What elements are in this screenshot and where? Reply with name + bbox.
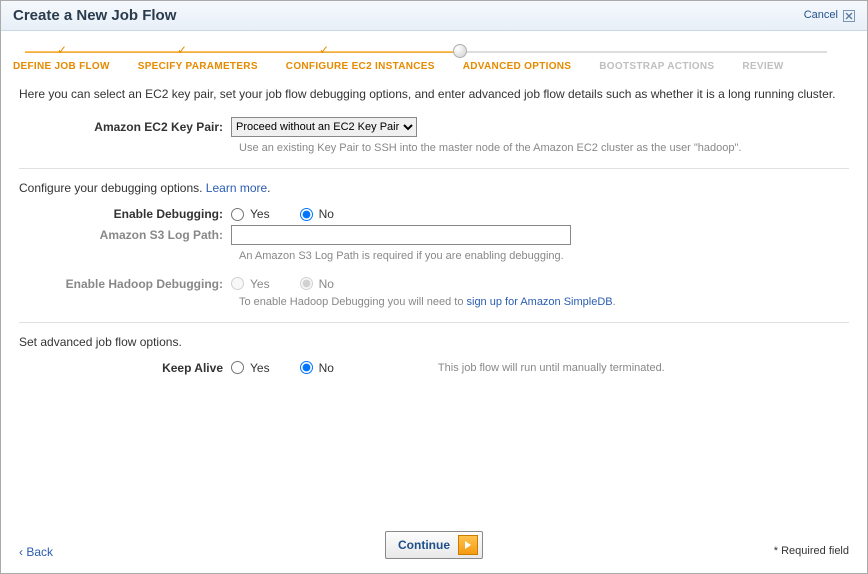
wizard-track — [25, 51, 827, 53]
hadoop-debugging-label: Enable Hadoop Debugging: — [19, 277, 231, 291]
check-icon: ✓ — [57, 43, 67, 57]
keepalive-note: This job flow will run until manually te… — [438, 362, 665, 374]
continue-button[interactable]: Continue — [385, 531, 483, 559]
required-field-note: * Required field — [774, 545, 849, 557]
no-label: No — [319, 361, 334, 375]
learn-more-link[interactable]: Learn more — [206, 181, 267, 195]
step-configure-ec2-instances[interactable]: CONFIGURE EC2 INSTANCES — [286, 45, 435, 72]
logpath-row: Amazon S3 Log Path: — [19, 225, 849, 245]
step-specify-parameters[interactable]: SPECIFY PARAMETERS — [138, 45, 258, 72]
enable-debugging-label: Enable Debugging: — [19, 207, 231, 221]
close-icon — [843, 10, 855, 22]
advanced-intro: Set advanced job flow options. — [19, 335, 849, 349]
back-button[interactable]: ‹ Back — [19, 545, 53, 559]
check-icon: ✓ — [319, 43, 329, 57]
yes-label: Yes — [250, 207, 270, 221]
step-advanced-options[interactable]: ADVANCED OPTIONS — [463, 45, 572, 72]
keypair-select[interactable]: Proceed without an EC2 Key Pair — [231, 117, 417, 137]
keepalive-label: Keep Alive — [19, 361, 231, 375]
keepalive-no-radio[interactable] — [300, 361, 313, 374]
no-label: No — [319, 207, 334, 221]
keypair-help: Use an existing Key Pair to SSH into the… — [239, 141, 849, 156]
wizard-steps: ✓ ✓ ✓ DEFINE JOB FLOW SPECIFY PARAMETERS… — [1, 31, 867, 76]
keepalive-radios: Yes No — [231, 361, 358, 375]
hadoop-debugging-yes-radio[interactable] — [231, 277, 244, 290]
continue-label: Continue — [398, 538, 450, 552]
dialog-title: Create a New Job Flow — [13, 7, 176, 24]
hadoop-debugging-radios: Yes No — [231, 277, 358, 291]
simpledb-signup-link[interactable]: sign up for Amazon SimpleDB — [467, 296, 613, 308]
step-bootstrap-actions[interactable]: BOOTSTRAP ACTIONS — [599, 45, 714, 72]
divider — [19, 168, 849, 169]
arrow-right-icon — [458, 535, 478, 555]
enable-debugging-no-radio[interactable] — [300, 208, 313, 221]
logpath-input[interactable] — [231, 225, 571, 245]
step-review[interactable]: REVIEW — [742, 45, 783, 72]
yes-label: Yes — [250, 361, 270, 375]
enable-debugging-yes-radio[interactable] — [231, 208, 244, 221]
debug-intro: Configure your debugging options. Learn … — [19, 181, 849, 195]
divider — [19, 322, 849, 323]
hadoop-help: To enable Hadoop Debugging you will need… — [239, 295, 849, 310]
keypair-row: Amazon EC2 Key Pair: Proceed without an … — [19, 117, 849, 137]
hadoop-debugging-row: Enable Hadoop Debugging: Yes No — [19, 277, 849, 291]
hadoop-debugging-no-radio[interactable] — [300, 277, 313, 290]
cancel-button[interactable]: Cancel — [804, 9, 855, 21]
current-step-node-icon — [453, 44, 467, 58]
enable-debugging-row: Enable Debugging: Yes No — [19, 207, 849, 221]
logpath-label: Amazon S3 Log Path: — [19, 228, 231, 242]
cancel-label: Cancel — [804, 9, 838, 21]
dialog-content: Here you can select an EC2 key pair, set… — [1, 76, 867, 375]
check-icon: ✓ — [177, 43, 187, 57]
keepalive-row: Keep Alive Yes No This job flow will run… — [19, 361, 849, 375]
keepalive-yes-radio[interactable] — [231, 361, 244, 374]
dialog-header: Create a New Job Flow Cancel — [1, 1, 867, 31]
yes-label: Yes — [250, 277, 270, 291]
logpath-help: An Amazon S3 Log Path is required if you… — [239, 249, 849, 264]
enable-debugging-radios: Yes No — [231, 207, 358, 221]
intro-text: Here you can select an EC2 key pair, set… — [19, 86, 849, 103]
keypair-label: Amazon EC2 Key Pair: — [19, 120, 231, 134]
no-label: No — [319, 277, 334, 291]
